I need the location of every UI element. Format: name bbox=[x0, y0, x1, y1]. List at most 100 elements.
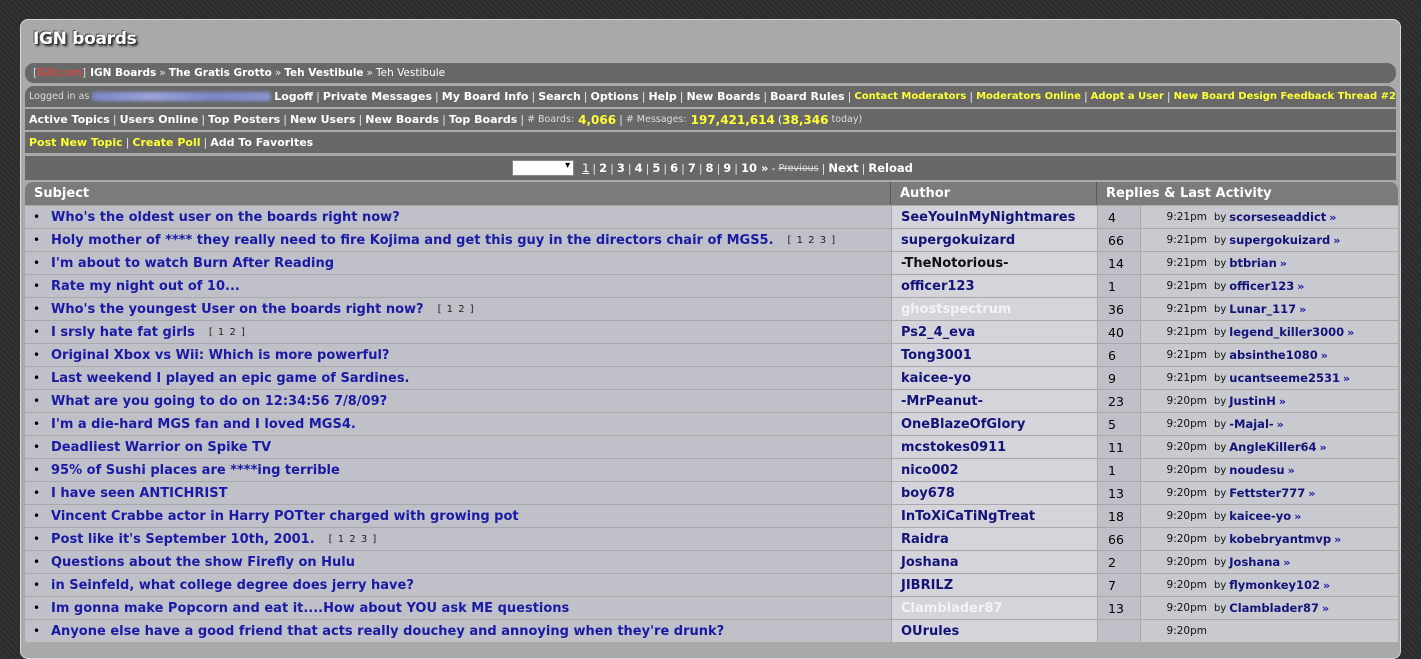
last-poster-link[interactable]: supergokuizard bbox=[1229, 233, 1330, 247]
jump-to-last-post-icon[interactable]: » bbox=[1343, 372, 1350, 385]
help-link[interactable]: Help bbox=[648, 90, 676, 103]
jump-to-last-post-icon[interactable]: » bbox=[1321, 349, 1328, 362]
author-link[interactable]: OneBlazeOfGlory bbox=[901, 417, 1025, 432]
jump-to-last-post-icon[interactable]: » bbox=[1323, 579, 1330, 592]
last-poster-link[interactable]: absinthe1080 bbox=[1229, 348, 1317, 362]
author-link[interactable]: Joshana bbox=[901, 555, 959, 570]
last-poster-link[interactable]: flymonkey102 bbox=[1229, 578, 1320, 592]
last-poster-link[interactable]: Fettster777 bbox=[1229, 486, 1305, 500]
new-users-link[interactable]: New Users bbox=[290, 113, 356, 126]
options-link[interactable]: Options bbox=[591, 90, 639, 103]
last-poster-link[interactable]: ucantseeme2531 bbox=[1229, 371, 1340, 385]
last-poster-link[interactable]: Joshana bbox=[1229, 555, 1280, 569]
topic-title-link[interactable]: in Seinfeld, what college degree does je… bbox=[51, 578, 414, 593]
author-link[interactable]: Tong3001 bbox=[901, 348, 972, 363]
next-link[interactable]: Next bbox=[828, 161, 858, 175]
post-new-topic-link[interactable]: Post New Topic bbox=[29, 136, 123, 149]
search-link[interactable]: Search bbox=[538, 90, 581, 103]
board-rules-link[interactable]: Board Rules bbox=[770, 90, 845, 103]
author-link[interactable]: JIBRILZ bbox=[901, 578, 953, 593]
topic-title-link[interactable]: Original Xbox vs Wii: Which is more powe… bbox=[51, 348, 389, 363]
topic-title-link[interactable]: Who's the oldest user on the boards righ… bbox=[51, 210, 400, 225]
jump-to-last-post-icon[interactable]: » bbox=[1308, 487, 1315, 500]
page-link-4[interactable]: 4 bbox=[635, 161, 643, 175]
last-poster-link[interactable]: -Majal- bbox=[1229, 417, 1273, 431]
author-link[interactable]: InToXiCaTiNgTreat bbox=[901, 509, 1035, 524]
feedback-thread-link[interactable]: New Board Design Feedback Thread #2 bbox=[1174, 91, 1396, 102]
topic-title-link[interactable]: Im gonna make Popcorn and eat it....How … bbox=[51, 601, 569, 616]
breadcrumb-ign-link[interactable]: IGN.com bbox=[37, 67, 82, 79]
topic-title-link[interactable]: Rate my night out of 10... bbox=[51, 279, 240, 294]
author-link[interactable]: -TheNotorious- bbox=[901, 256, 1009, 271]
topic-title-link[interactable]: Vincent Crabbe actor in Harry POTter cha… bbox=[51, 509, 519, 524]
topic-title-link[interactable]: I srsly hate fat girls bbox=[51, 325, 195, 340]
author-link[interactable]: kaicee-yo bbox=[901, 371, 971, 386]
jump-to-last-post-icon[interactable]: » bbox=[1280, 257, 1287, 270]
topic-title-link[interactable]: Anyone else have a good friend that acts… bbox=[51, 624, 724, 639]
last-poster-link[interactable]: noudesu bbox=[1229, 463, 1284, 477]
private-messages-link[interactable]: Private Messages bbox=[323, 90, 432, 103]
topic-title-link[interactable]: Last weekend I played an epic game of Sa… bbox=[51, 371, 410, 386]
more-pages-link[interactable]: » bbox=[761, 161, 768, 175]
author-link[interactable]: Ps2_4_eva bbox=[901, 325, 975, 340]
topic-pages-links[interactable]: [ 1 2 3 ] bbox=[788, 235, 837, 246]
page-link-10[interactable]: 10 bbox=[741, 161, 757, 175]
page-link-1[interactable]: 1 bbox=[582, 161, 589, 175]
topic-title-link[interactable]: I have seen ANTICHRIST bbox=[51, 486, 228, 501]
active-topics-link[interactable]: Active Topics bbox=[29, 113, 110, 126]
jump-to-last-post-icon[interactable]: » bbox=[1329, 211, 1336, 224]
topic-title-link[interactable]: I'm a die-hard MGS fan and I loved MGS4. bbox=[51, 417, 356, 432]
topic-title-link[interactable]: 95% of Sushi places are ****ing terrible bbox=[51, 463, 340, 478]
page-link-5[interactable]: 5 bbox=[652, 161, 660, 175]
last-poster-link[interactable]: kobebryantmvp bbox=[1229, 532, 1331, 546]
jump-to-last-post-icon[interactable]: » bbox=[1297, 280, 1304, 293]
moderators-online-link[interactable]: Moderators Online bbox=[976, 91, 1081, 102]
users-online-link[interactable]: Users Online bbox=[120, 113, 199, 126]
last-poster-link[interactable]: kaicee-yo bbox=[1229, 509, 1291, 523]
author-link[interactable]: mcstokes0911 bbox=[901, 440, 1006, 455]
topic-title-link[interactable]: What are you going to do on 12:34:56 7/8… bbox=[51, 394, 387, 409]
author-link[interactable]: Raidra bbox=[901, 532, 949, 547]
last-poster-link[interactable]: Clamblader87 bbox=[1229, 601, 1319, 615]
last-poster-link[interactable]: legend_killer3000 bbox=[1229, 325, 1344, 339]
jump-to-last-post-icon[interactable]: » bbox=[1294, 510, 1301, 523]
topic-title-link[interactable]: Deadliest Warrior on Spike TV bbox=[51, 440, 271, 455]
create-poll-link[interactable]: Create Poll bbox=[132, 136, 200, 149]
topic-title-link[interactable]: Questions about the show Firefly on Hulu bbox=[51, 555, 355, 570]
last-poster-link[interactable]: JustinH bbox=[1229, 394, 1276, 408]
author-link[interactable]: ghostspectrum bbox=[901, 302, 1011, 317]
new-boards-stats-link[interactable]: New Boards bbox=[365, 113, 439, 126]
page-link-7[interactable]: 7 bbox=[688, 161, 696, 175]
topic-pages-links[interactable]: [ 1 2 ] bbox=[209, 327, 246, 338]
author-link[interactable]: -MrPeanut- bbox=[901, 394, 983, 409]
last-poster-link[interactable]: btbrian bbox=[1229, 256, 1277, 270]
jump-to-last-post-icon[interactable]: » bbox=[1299, 303, 1306, 316]
author-link[interactable]: boy678 bbox=[901, 486, 955, 501]
top-boards-link[interactable]: Top Boards bbox=[449, 113, 518, 126]
contact-moderators-link[interactable]: Contact Moderators bbox=[854, 91, 966, 102]
page-link-9[interactable]: 9 bbox=[723, 161, 731, 175]
last-poster-link[interactable]: scorseseaddict bbox=[1229, 210, 1326, 224]
page-link-3[interactable]: 3 bbox=[617, 161, 625, 175]
topic-title-link[interactable]: Holy mother of **** they really need to … bbox=[51, 233, 774, 248]
jump-to-last-post-icon[interactable]: » bbox=[1347, 326, 1354, 339]
jump-to-last-post-icon[interactable]: » bbox=[1277, 418, 1284, 431]
topic-pages-links[interactable]: [ 1 2 ] bbox=[438, 304, 475, 315]
jump-to-last-post-icon[interactable]: » bbox=[1279, 395, 1286, 408]
author-link[interactable]: SeeYouInMyNightmares bbox=[901, 210, 1075, 225]
page-link-6[interactable]: 6 bbox=[670, 161, 678, 175]
jump-to-last-post-icon[interactable]: » bbox=[1320, 441, 1327, 454]
jump-to-last-post-icon[interactable]: » bbox=[1288, 464, 1295, 477]
last-poster-link[interactable]: AngleKiller64 bbox=[1229, 440, 1316, 454]
jump-to-last-post-icon[interactable]: » bbox=[1322, 602, 1329, 615]
topic-title-link[interactable]: I'm about to watch Burn After Reading bbox=[51, 256, 334, 271]
jump-to-last-post-icon[interactable]: » bbox=[1334, 533, 1341, 546]
add-to-favorites-link[interactable]: Add To Favorites bbox=[210, 136, 313, 149]
adopt-a-user-link[interactable]: Adopt a User bbox=[1091, 91, 1164, 102]
author-link[interactable]: OUrules bbox=[901, 624, 959, 639]
topic-title-link[interactable]: Who's the youngest User on the boards ri… bbox=[51, 302, 424, 317]
page-link-2[interactable]: 2 bbox=[599, 161, 607, 175]
author-link[interactable]: officer123 bbox=[901, 279, 975, 294]
breadcrumb-ign-boards[interactable]: IGN Boards bbox=[90, 67, 156, 79]
topic-pages-links[interactable]: [ 1 2 3 ] bbox=[329, 534, 378, 545]
